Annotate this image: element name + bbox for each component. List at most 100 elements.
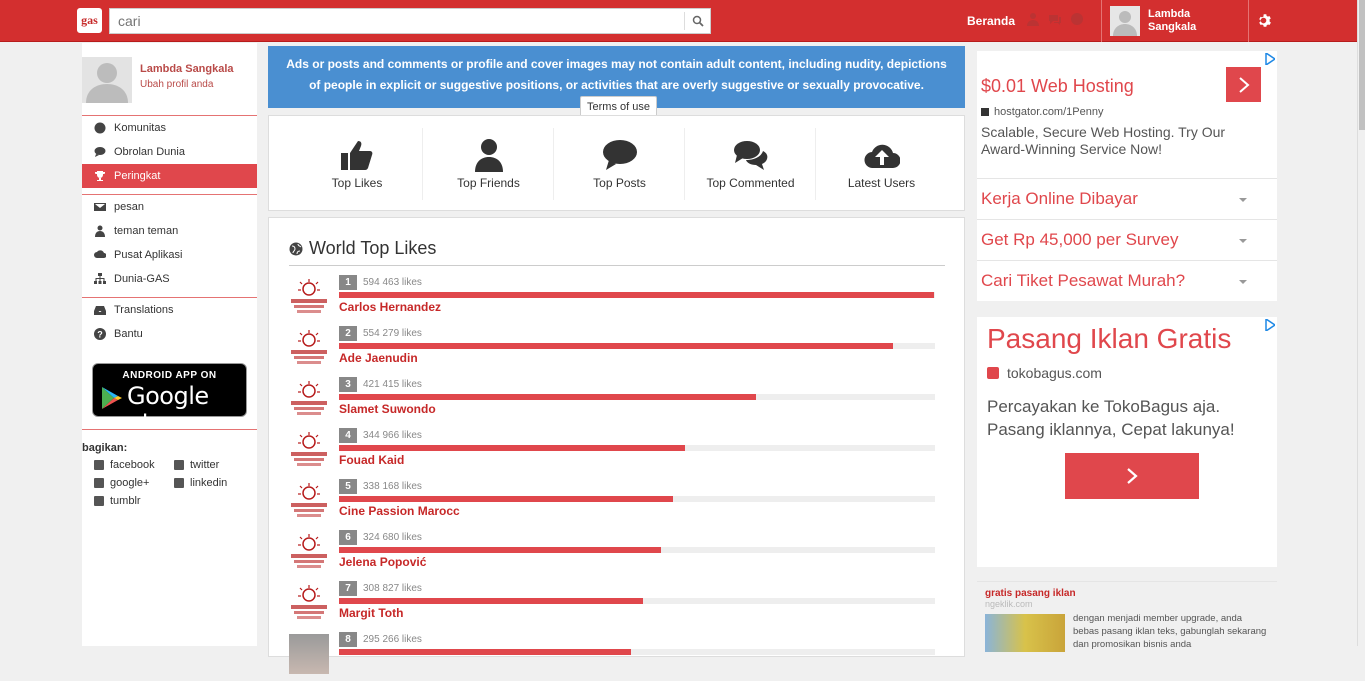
likes-bar bbox=[339, 547, 935, 553]
menu-item-peringkat[interactable]: Peringkat bbox=[82, 164, 257, 188]
user-menu[interactable]: Lambda Sangkala bbox=[1101, 0, 1249, 42]
share-label-text: tumblr bbox=[110, 495, 141, 507]
ranking-title-text: World Top Likes bbox=[309, 238, 437, 258]
page-scrollbar[interactable] bbox=[1357, 0, 1365, 646]
ad-link[interactable]: Get Rp 45,000 per Survey bbox=[977, 219, 1277, 260]
ad-headline[interactable]: Pasang Iklan Gratis bbox=[987, 323, 1231, 355]
friend-requests-icon[interactable] bbox=[1026, 12, 1040, 26]
share-google-plus[interactable]: google+ bbox=[94, 477, 174, 489]
likes-count: 344 966 likes bbox=[363, 430, 422, 441]
tab-top-likes[interactable]: Top Likes bbox=[291, 116, 423, 212]
ad-link[interactable]: Kerja Online Dibayar bbox=[977, 178, 1277, 219]
ad-url: ngeklik.com bbox=[985, 599, 1033, 609]
profile-avatar[interactable] bbox=[82, 57, 132, 103]
ad-url-text: tokobagus.com bbox=[1007, 365, 1102, 381]
menu-item-teman[interactable]: teman teman bbox=[82, 219, 257, 243]
search-button[interactable] bbox=[684, 12, 710, 30]
home-link[interactable]: Beranda bbox=[967, 14, 1015, 28]
menu-label: Pusat Aplikasi bbox=[114, 249, 183, 261]
scrollbar-thumb[interactable] bbox=[1359, 0, 1365, 130]
rank-badge: 3 bbox=[339, 377, 357, 392]
user-thumbnail[interactable] bbox=[289, 379, 329, 419]
share-facebook[interactable]: facebook bbox=[94, 459, 174, 471]
user-thumbnail[interactable] bbox=[289, 532, 329, 572]
share-tumblr[interactable]: tumblr bbox=[94, 495, 174, 507]
user-name-link[interactable]: Ade Jaenudin bbox=[339, 351, 418, 365]
ad-arrow-button[interactable] bbox=[1226, 67, 1261, 102]
user-thumbnail[interactable] bbox=[289, 328, 329, 368]
menu-item-pusat-aplikasi[interactable]: Pusat Aplikasi bbox=[82, 243, 257, 267]
share-twitter[interactable]: twitter bbox=[174, 459, 254, 471]
google-play-icon bbox=[102, 387, 122, 409]
ad-arrow-button[interactable] bbox=[1065, 453, 1199, 499]
edit-profile-link[interactable]: Ubah profil anda bbox=[140, 79, 213, 90]
menu-label: Bantu bbox=[114, 328, 143, 340]
user-thumbnail[interactable] bbox=[289, 430, 329, 470]
ad-url[interactable]: tokobagus.com bbox=[987, 365, 1102, 381]
right-ad-column: $0.01 Web Hosting hostgator.com/1Penny S… bbox=[977, 51, 1277, 652]
rank-badge: 2 bbox=[339, 326, 357, 341]
user-name-link[interactable]: Carlos Hernandez bbox=[339, 300, 441, 314]
user-name-link[interactable]: Cine Passion Marocc bbox=[339, 504, 460, 518]
user-name-link[interactable]: Jelena Popović bbox=[339, 555, 426, 569]
image-blocked-icon bbox=[291, 279, 327, 313]
ad-headline[interactable]: $0.01 Web Hosting bbox=[981, 76, 1134, 97]
share-linkedin[interactable]: linkedin bbox=[174, 477, 254, 489]
adchoices-icon[interactable] bbox=[1265, 319, 1275, 331]
tab-label: Top Friends bbox=[457, 176, 520, 190]
content-policy-notice: Ads or posts and comments or profile and… bbox=[268, 46, 965, 118]
ad-title[interactable]: gratis pasang iklan bbox=[977, 588, 1277, 599]
menu-item-obrolan-dunia[interactable]: Obrolan Dunia bbox=[82, 140, 257, 164]
image-blocked-icon bbox=[291, 432, 327, 466]
ad-url[interactable]: hostgator.com/1Penny bbox=[981, 106, 1103, 118]
user-thumbnail[interactable] bbox=[289, 583, 329, 623]
tab-latest-users[interactable]: Latest Users bbox=[816, 116, 947, 212]
likes-bar-fill bbox=[339, 598, 643, 604]
top-navigation-bar: gas Beranda Lambda Sangkala bbox=[0, 0, 1357, 42]
user-name-link[interactable]: Slamet Suwondo bbox=[339, 402, 436, 416]
adchoices-icon[interactable] bbox=[1265, 53, 1275, 65]
ranking-row: 6 324 680 likes Jelena Popović bbox=[289, 528, 945, 579]
ranking-row: 3 421 415 likes Slamet Suwondo bbox=[289, 375, 945, 426]
ranking-title: World Top Likes bbox=[289, 238, 436, 259]
menu-item-dunia-gas[interactable]: Dunia-GAS bbox=[82, 267, 257, 291]
likes-bar bbox=[339, 292, 935, 298]
menu-item-translations[interactable]: Translations bbox=[82, 298, 257, 322]
ranking-row: 5 338 168 likes Cine Passion Marocc bbox=[289, 477, 945, 528]
search-input[interactable] bbox=[110, 9, 684, 33]
facebook-icon bbox=[94, 460, 104, 470]
likes-bar-fill bbox=[339, 649, 632, 655]
thumbs-up-icon bbox=[341, 141, 373, 170]
user-name-link[interactable]: Margit Toth bbox=[339, 606, 403, 620]
menu-label: Peringkat bbox=[114, 170, 161, 182]
tab-top-posts[interactable]: Top Posts bbox=[554, 116, 685, 212]
user-thumbnail[interactable] bbox=[289, 481, 329, 521]
share-section: bagikan: facebook twitter google+ linked… bbox=[82, 429, 257, 507]
rank-badge: 6 bbox=[339, 530, 357, 545]
ranking-row: 7 308 827 likes Margit Toth bbox=[289, 579, 945, 630]
tab-top-friends[interactable]: Top Friends bbox=[423, 116, 554, 212]
user-name-link[interactable]: Fouad Kaid bbox=[339, 453, 404, 467]
ad-link-text: Cari Tiket Pesawat Murah? bbox=[981, 271, 1186, 290]
messages-icon[interactable] bbox=[1048, 12, 1062, 26]
google-play-badge[interactable]: ANDROID APP ON Google play bbox=[92, 363, 247, 438]
profile-name[interactable]: Lambda Sangkala bbox=[140, 63, 234, 75]
user-thumbnail[interactable] bbox=[289, 277, 329, 317]
tumblr-icon bbox=[94, 496, 104, 506]
rank-badge: 5 bbox=[339, 479, 357, 494]
menu-item-pesan[interactable]: pesan bbox=[82, 195, 257, 219]
tab-top-commented[interactable]: Top Commented bbox=[685, 116, 816, 212]
notifications-globe-icon[interactable] bbox=[1070, 12, 1084, 26]
chat-icon bbox=[94, 147, 106, 157]
menu-item-komunitas[interactable]: Komunitas bbox=[82, 116, 257, 140]
gas-logo[interactable]: gas bbox=[77, 8, 102, 33]
ad-link[interactable]: Cari Tiket Pesawat Murah? bbox=[977, 260, 1277, 301]
likes-bar bbox=[339, 445, 935, 451]
search-box bbox=[109, 8, 711, 34]
ad-image[interactable] bbox=[985, 614, 1065, 652]
user-thumbnail[interactable] bbox=[289, 634, 329, 674]
settings-button[interactable] bbox=[1256, 13, 1271, 31]
likes-count: 594 463 likes bbox=[363, 277, 422, 288]
search-icon bbox=[692, 15, 704, 27]
menu-item-bantu[interactable]: ? Bantu bbox=[82, 322, 257, 346]
